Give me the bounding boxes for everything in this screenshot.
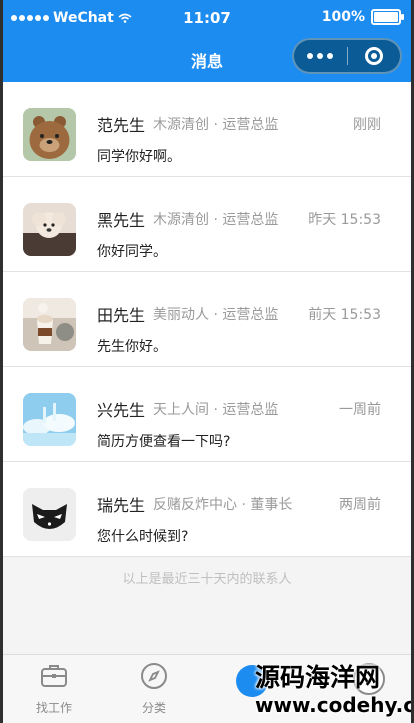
message-time: 前天 15:53 xyxy=(308,307,381,323)
contact-name: 范先生 xyxy=(97,116,146,135)
more-dots-icon xyxy=(307,53,314,59)
message-row[interactable]: 兴先生 天上人间 · 运营总监 一周前 简历方便查看一下吗? xyxy=(3,367,411,462)
message-time: 刚刚 xyxy=(353,117,381,133)
tab-find-job[interactable]: 找工作 xyxy=(14,661,94,716)
cat-avatar-icon xyxy=(23,488,76,541)
battery-group: 100% xyxy=(321,9,404,25)
miniprogram-capsule xyxy=(292,38,402,74)
contact-name: 瑞先生 xyxy=(97,496,146,515)
watermark: 源码海洋网 www.codehy.com xyxy=(255,664,411,718)
bear-avatar-icon xyxy=(23,108,76,161)
tab-label: 找工作 xyxy=(35,701,72,715)
message-time: 两周前 xyxy=(339,497,381,513)
message-time: 一周前 xyxy=(339,402,381,418)
briefcase-icon xyxy=(41,665,67,687)
compass-icon xyxy=(141,663,167,689)
close-button[interactable] xyxy=(347,40,400,72)
message-preview: 先生你好。 xyxy=(97,339,167,355)
message-row[interactable]: 田先生 美丽动人 · 运营总监 前天 15:53 先生你好。 xyxy=(3,272,411,367)
list-footer-note: 以上是最近三十天内的联系人 xyxy=(122,572,292,587)
message-list: 范先生 木源清创 · 运营总监 刚刚 同学你好啊。 黑先生 木源清创 · 运营总… xyxy=(3,82,411,557)
message-preview: 您什么时候到? xyxy=(97,529,189,545)
message-preview: 简历方便查看一下吗? xyxy=(97,434,231,450)
battery-icon xyxy=(371,9,404,25)
nav-bar: 消息 xyxy=(3,36,411,82)
message-time: 昨天 15:53 xyxy=(308,212,381,228)
contact-name: 田先生 xyxy=(97,306,146,325)
contact-name: 黑先生 xyxy=(97,211,146,230)
more-button[interactable] xyxy=(294,40,347,72)
contact-company: 天上人间 · 运营总监 xyxy=(153,402,279,418)
tab-label: 分类 xyxy=(141,701,166,715)
message-row[interactable]: 瑞先生 反赌反炸中心 · 董事长 两周前 您什么时候到? xyxy=(3,462,411,557)
battery-percent: 100% xyxy=(321,9,365,25)
coffee-avatar-icon xyxy=(23,298,76,351)
contact-name: 兴先生 xyxy=(97,401,146,420)
message-row[interactable]: 范先生 木源清创 · 运营总监 刚刚 同学你好啊。 xyxy=(3,82,411,177)
status-bar: WeChat 11:07 100% xyxy=(3,0,411,36)
contact-company: 木源清创 · 运营总监 xyxy=(153,117,279,133)
contact-company: 木源清创 · 运营总监 xyxy=(153,212,279,228)
watermark-url: www.codehy.com xyxy=(255,693,411,717)
contact-company: 美丽动人 · 运营总监 xyxy=(153,307,279,323)
message-preview: 你好同学。 xyxy=(97,244,167,260)
sky-avatar-icon xyxy=(23,393,76,446)
contact-company: 反赌反炸中心 · 董事长 xyxy=(153,497,293,513)
dog-avatar-icon xyxy=(23,203,76,256)
close-ring-icon xyxy=(364,47,383,65)
message-row[interactable]: 黑先生 木源清创 · 运营总监 昨天 15:53 你好同学。 xyxy=(3,177,411,272)
watermark-title: 源码海洋网 xyxy=(255,663,381,692)
phone-screen: WeChat 11:07 100% 消息 范先生 木源清创 · 运营总监 刚刚 … xyxy=(3,0,411,723)
tab-category[interactable]: 分类 xyxy=(114,661,194,716)
message-preview: 同学你好啊。 xyxy=(97,149,181,165)
